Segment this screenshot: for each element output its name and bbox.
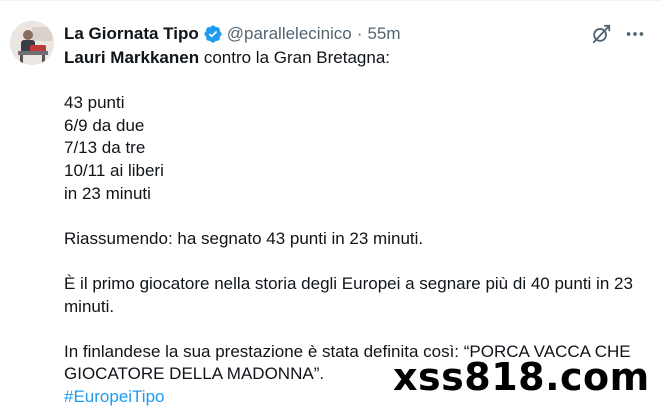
author-name[interactable]: La Giornata Tipo	[64, 24, 199, 44]
intro-line: Lauri Markkanen contro la Gran Bretagna:	[64, 47, 654, 70]
player-name: Lauri Markkanen	[64, 48, 200, 67]
avatar[interactable]	[10, 21, 54, 65]
more-icon[interactable]	[624, 23, 646, 45]
record-line: minuti.	[64, 296, 115, 316]
record-line: È il primo giocatore nella storia degli …	[64, 273, 633, 293]
stat-line: 43 punti	[64, 93, 125, 113]
stat-line: 7/13 da tre	[64, 138, 146, 158]
stat-line: in 23 minuti	[64, 183, 151, 203]
author-handle[interactable]: @parallelecinico	[227, 24, 352, 44]
summary-line: Riassumendo: ha segnato 43 punti in 23 m…	[64, 228, 424, 248]
separator: ·	[356, 24, 363, 43]
watermark: xss818.com	[393, 355, 650, 399]
tweet-header: La Giornata Tipo @parallelecinico · 55m	[64, 23, 401, 45]
tweet-actions	[590, 23, 646, 45]
grok-icon[interactable]	[590, 23, 612, 45]
stat-line: 10/11 ai liberi	[64, 160, 164, 180]
verified-badge-icon	[203, 24, 223, 44]
timestamp[interactable]: 55m	[367, 24, 400, 44]
hashtag-link[interactable]: #EuropeiTipo	[64, 387, 165, 406]
intro-rest: contro la Gran Bretagna:	[199, 48, 390, 67]
stat-line: 6/9 da due	[64, 115, 145, 135]
tweet-card: La Giornata Tipo @parallelecinico · 55m	[0, 0, 660, 412]
